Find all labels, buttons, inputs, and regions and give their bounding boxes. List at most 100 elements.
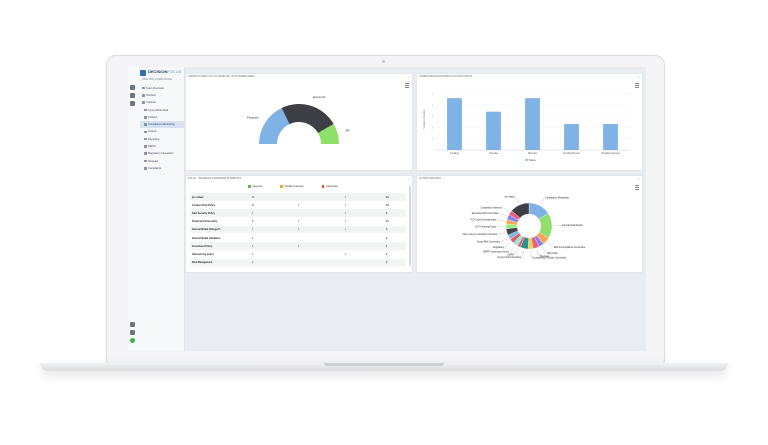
- sidebar-item-label: Group Wide Data: [148, 108, 169, 112]
- table-cell-a: 1: [252, 244, 254, 248]
- y-tick-label: 5: [432, 94, 434, 96]
- donut-leader-line: [540, 197, 545, 205]
- table-scrollbar[interactable]: [409, 186, 411, 266]
- legend-label: Partially Adequate: [284, 185, 304, 188]
- table-cell-p: 1: [298, 228, 300, 232]
- table-cell-t: 12: [386, 195, 389, 199]
- table-cell-name: Risk Management: [192, 261, 213, 265]
- table-cell-t: 3: [386, 228, 388, 232]
- donut-panel: ACTION TRACKING × Compliance Monitoring I…: [416, 175, 643, 273]
- table-row[interactable]: Investment Policy 1 1 2: [190, 242, 406, 250]
- nav-item-icon: [144, 166, 147, 170]
- donut-leader-line: [522, 250, 524, 258]
- x-tick-label: Pending Review: [563, 153, 580, 155]
- bar[interactable]: [447, 98, 462, 150]
- table-cell-t: 2: [386, 236, 388, 240]
- bar[interactable]: [603, 124, 618, 150]
- brand-name: DECISIONFOCUS: [148, 69, 182, 74]
- table-row[interactable]: Internal Model Change P... 1 1 1 3: [190, 225, 406, 234]
- table-cell-a: 1: [252, 228, 254, 232]
- sidebar-item-mbos[interactable]: MBOS: [140, 143, 184, 149]
- table-panel-title: POLICY - BUSINESS STANDARDS ATTRIBUTES: [188, 177, 242, 180]
- table-cell-p: 1: [298, 244, 300, 248]
- bar[interactable]: [525, 98, 540, 150]
- donut-leader-line: [509, 246, 515, 252]
- legend-label: Inadequate: [325, 185, 338, 188]
- table-cell-i: 1: [345, 220, 347, 224]
- table-cell-a: 1: [252, 211, 254, 215]
- table-cell-name: Financial Crime policy: [192, 220, 218, 224]
- bar[interactable]: [486, 111, 501, 150]
- logo-mark-icon: [140, 70, 146, 76]
- sidebar-item-actions[interactable]: Actions: [140, 129, 184, 135]
- sidebar-item-contract[interactable]: Contract: [140, 100, 184, 106]
- legend-swatch: [321, 185, 325, 188]
- table-cell-i: 1: [345, 211, 347, 215]
- donut-leader-line: [498, 232, 505, 235]
- table-row[interactable]: Internal Model Validation 2 2: [190, 234, 406, 242]
- sidebar-item-policies[interactable]: Policies: [140, 114, 184, 120]
- table-cell-i: 1: [345, 203, 347, 207]
- table-cell-a: 2: [252, 261, 254, 265]
- sidebar-item-label: Regulatory Interaction: [148, 152, 174, 156]
- sidebar-item-reporting[interactable]: Reporting: [140, 136, 184, 142]
- sidebar-item-label: Actions: [148, 130, 157, 134]
- table-cell-name: Investment Policy: [192, 244, 213, 248]
- table-cell-t: 2: [386, 244, 388, 248]
- table-row[interactable]: Risk Management 2 2: [190, 258, 406, 267]
- brand-logo: DECISIONFOCUS RISK AND COMPLIANCE: [140, 69, 184, 83]
- sidebar-item-regulatory-interaction[interactable]: Regulatory Interaction: [140, 151, 184, 157]
- sidebar-item-decision[interactable]: Decision: [140, 92, 184, 98]
- sidebar-item-disputes[interactable]: Disputes: [140, 158, 184, 164]
- y-tick-label: 2: [432, 127, 434, 129]
- table-cell-name: Outsourcing policy: [192, 252, 214, 256]
- legend-swatch: [248, 185, 251, 188]
- y-axis-label: Number of Actions: [423, 108, 426, 128]
- nav-item-icon: [144, 123, 147, 126]
- app-screen: DECISIONFOCUS RISK AND COMPLIANCE Team O…: [128, 67, 646, 351]
- settings-icon[interactable]: [130, 322, 135, 327]
- x-tick-label: Overdue: [489, 152, 499, 155]
- sidebar-item-complaints[interactable]: Complaints: [140, 165, 184, 171]
- table-row[interactable]: Financial Crime policy 9 1 1 11: [190, 218, 406, 226]
- sidebar-item-label: Compliance Monitoring: [148, 123, 175, 127]
- table-cell-i: 1: [345, 195, 347, 199]
- donut-leader-line: [499, 213, 507, 217]
- home-icon[interactable]: [130, 85, 135, 90]
- table-row[interactable]: Data Security Policy 1 1 2: [190, 209, 406, 217]
- sidebar-item-team-overview[interactable]: Team Overview: [140, 85, 184, 91]
- donut-leader-line: [547, 242, 554, 248]
- status-icon[interactable]: [130, 338, 135, 343]
- donut-leader-line: [502, 207, 509, 212]
- bar-panel: COMPLIANCE MONITORING ACTIONS STATUS × 1…: [416, 73, 643, 171]
- x-tick-label: Pending: [450, 153, 459, 155]
- table-row[interactable]: Conduct Risk Policy 11 1 1 13: [190, 201, 406, 209]
- donut-slice-label: Compliance Advisory: [480, 206, 502, 209]
- sidebar-item-compliance-monitoring[interactable]: Compliance Monitoring: [140, 121, 184, 128]
- nav-item-icon: [142, 101, 145, 105]
- user-icon[interactable]: [130, 101, 135, 106]
- sidebar-item-group-wide-data[interactable]: Group Wide Data: [140, 107, 184, 113]
- donut-slice-label: Executive Risk Committee: [472, 212, 500, 215]
- nav-item-icon: [142, 86, 145, 90]
- help-icon[interactable]: [130, 330, 135, 335]
- nav-item-icon: [144, 137, 147, 141]
- donut-slice-label: Risk Team: [547, 253, 558, 255]
- close-icon[interactable]: ×: [408, 177, 410, 181]
- table-cell-a: 9: [252, 220, 254, 224]
- table-cell-name: Internal Model Change P...: [192, 228, 222, 232]
- table-row[interactable]: (no value) 11 1 12: [190, 193, 406, 201]
- legend-item: Adequate: [248, 185, 262, 188]
- sidebar-item-label: Team Overview: [146, 86, 164, 90]
- nav-item-icon: [144, 152, 147, 156]
- briefcase-icon[interactable]: [130, 93, 135, 98]
- table-row[interactable]: Outsourcing policy 1 1 2: [190, 250, 406, 258]
- donut-leader-line: [536, 249, 540, 257]
- sidebar-item-label: Disputes: [148, 159, 159, 163]
- nav-item-icon: [144, 108, 147, 112]
- sidebar-nav: Team Overview Decision Contract Group Wide …: [140, 85, 184, 172]
- table-cell-t: 2: [386, 252, 388, 256]
- legend-item: Inadequate: [321, 185, 338, 188]
- bar[interactable]: [564, 124, 579, 150]
- table-cell-name: (no value): [192, 195, 204, 199]
